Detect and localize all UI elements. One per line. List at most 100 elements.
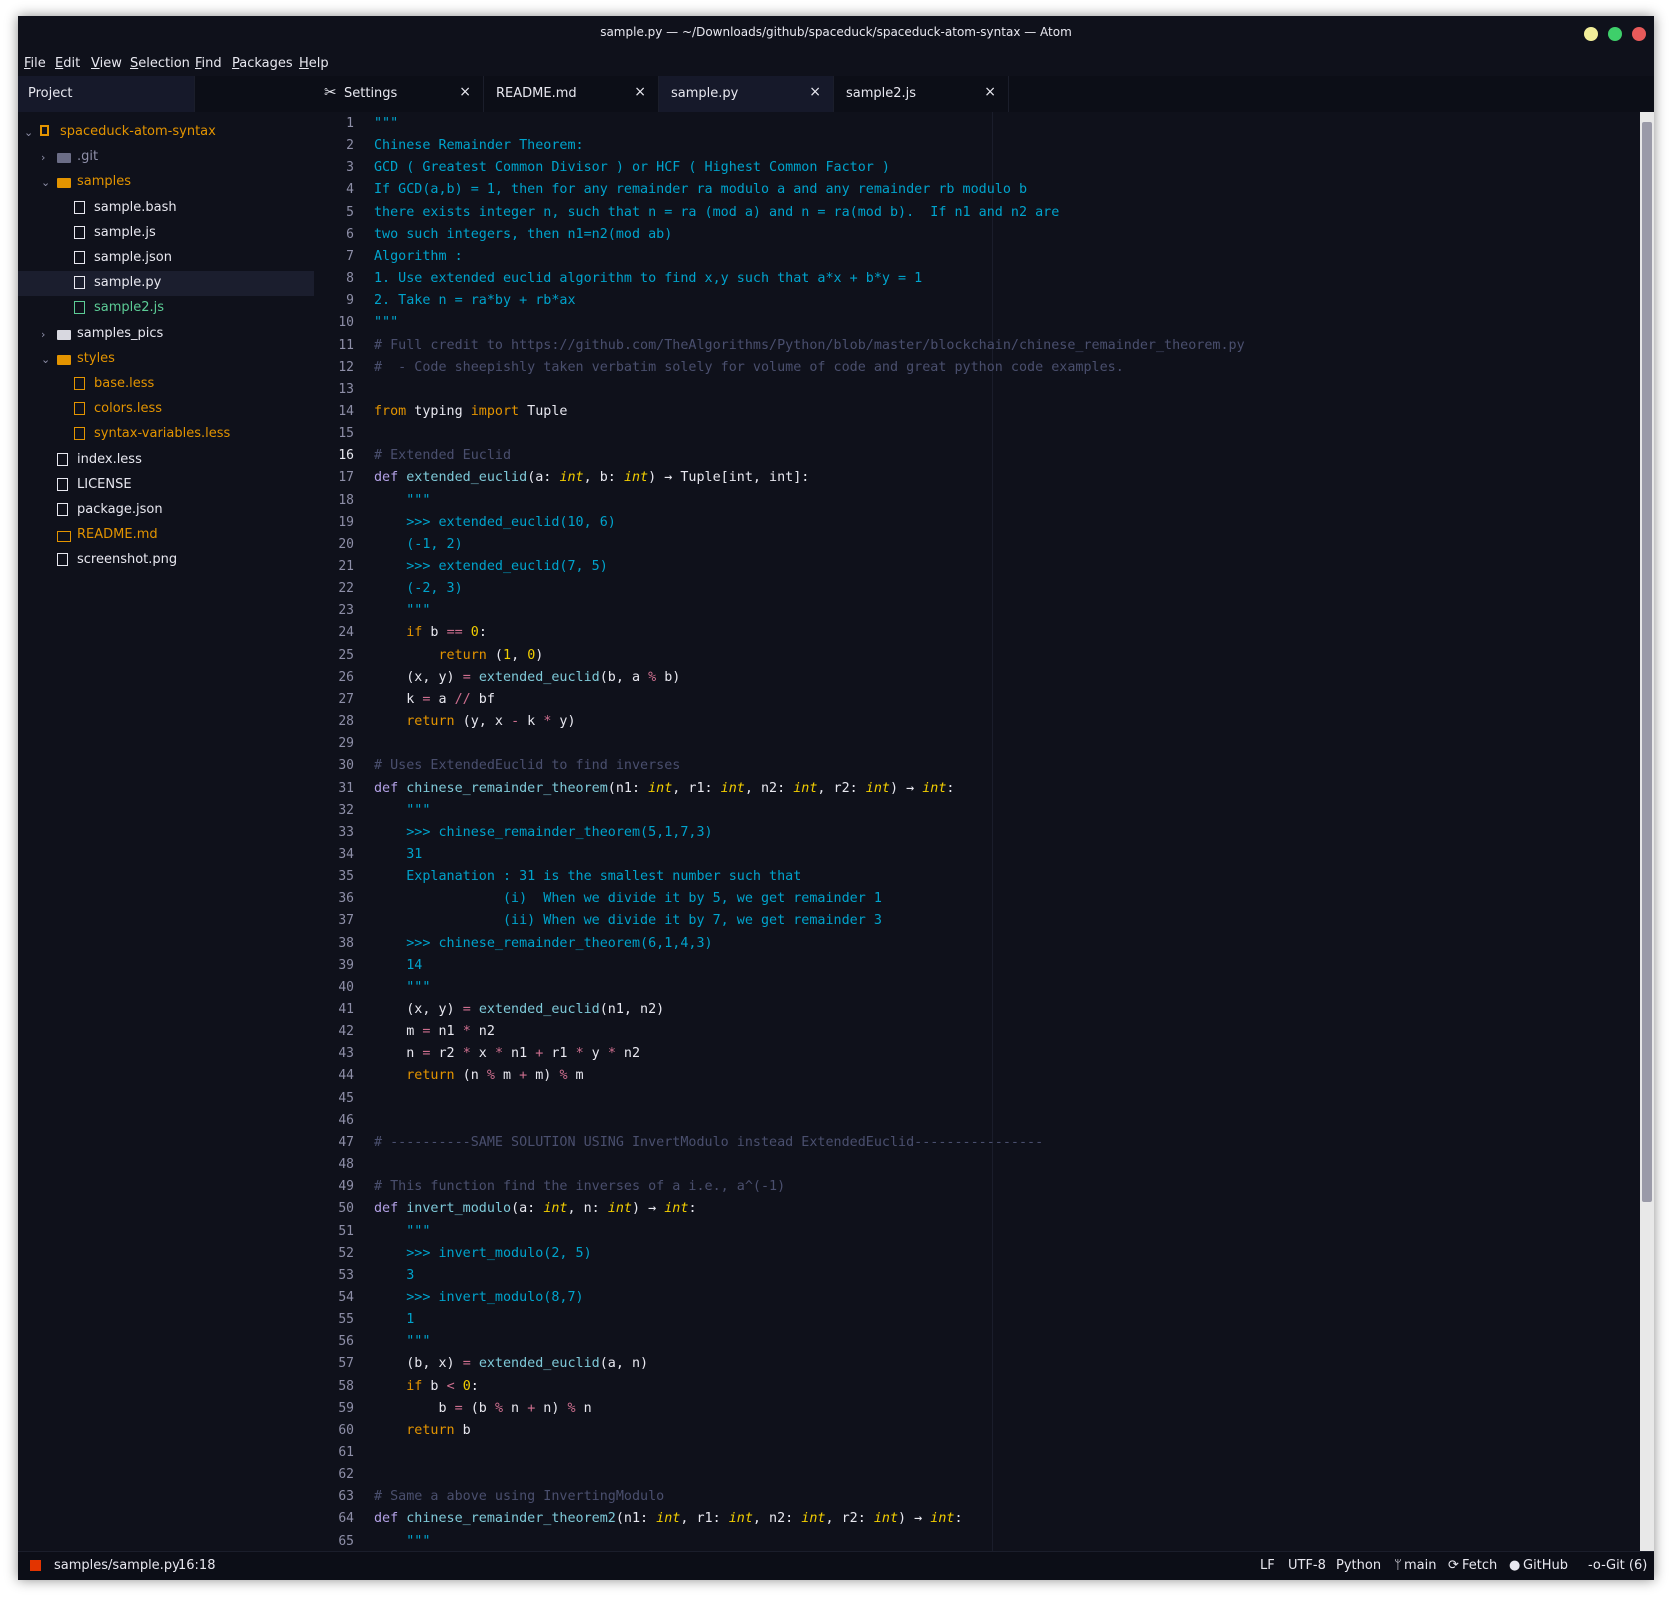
code-line[interactable]: GCD ( Greatest Common Divisor ) or HCF (… [374,160,890,175]
code-line[interactable]: >>> invert_modulo(8,7) [374,1290,583,1305]
tree-item[interactable]: › samples_pics [18,322,314,347]
status-grammar[interactable]: Python [1336,1558,1381,1573]
close-button[interactable] [1632,27,1646,41]
code-line[interactable]: def invert_modulo(a: int, n: int) → int: [374,1201,697,1216]
tree-item[interactable]: package.json [18,498,314,523]
tree-item[interactable]: sample.json [18,246,314,271]
tree-item[interactable]: colors.less [18,397,314,422]
code-line[interactable]: Chinese Remainder Theorem: [374,138,584,153]
tab-sample-py[interactable]: sample.py × [659,76,834,112]
code-line[interactable]: # This function find the inverses of a i… [374,1179,785,1194]
close-icon[interactable]: × [809,84,821,100]
menu-edit[interactable]: Edit [55,56,80,71]
code-line[interactable]: return (1, 0) [374,648,544,663]
menu-file[interactable]: File [24,56,46,71]
chevron-right-icon[interactable]: › [41,328,45,341]
tree-item[interactable]: screenshot.png [18,548,314,573]
menu-selection[interactable]: Selection [130,56,190,71]
status-cursor-position[interactable]: 16:18 [178,1558,215,1573]
menu-find[interactable]: Find [195,56,222,71]
tab-settings[interactable]: ✂ Settings × [314,76,484,112]
code-line[interactable]: # Extended Euclid [374,448,511,463]
code-line[interactable]: # Uses ExtendedEuclid to find inverses [374,758,680,773]
code-line[interactable]: """ [374,1224,430,1239]
tree-item[interactable]: index.less [18,448,314,473]
chevron-down-icon[interactable]: ⌄ [41,176,50,189]
code-line[interactable]: """ [374,116,398,131]
code-line[interactable]: if b == 0: [374,625,487,640]
code-line[interactable]: two such integers, then n1=n2(mod ab) [374,227,672,242]
code-line[interactable]: """ [374,603,430,618]
code-line[interactable]: (i) When we divide it by 5, we get remai… [374,891,882,906]
menu-packages[interactable]: Packages [232,56,293,71]
tab-project[interactable]: Project [18,76,195,112]
menu-view[interactable]: View [91,56,122,71]
code-line[interactable]: >>> chinese_remainder_theorem(6,1,4,3) [374,936,712,951]
code-line[interactable]: Algorithm : [374,249,463,264]
minimize-button[interactable] [1584,27,1598,41]
tree-item[interactable]: LICENSE [18,473,314,498]
status-line-ending[interactable]: LF [1260,1558,1275,1573]
text-editor[interactable]: 1 2 3 4 5 6 7 8 9 10 11 12 13 14 15 16 17 18 19 20 21 22 23 24 2… [314,112,1654,1566]
code-line[interactable]: # Same a above using InvertingModulo [374,1489,664,1504]
code-line[interactable]: >>> chinese_remainder_theorem(5,1,7,3) [374,825,712,840]
code-line[interactable]: n = r2 * x * n1 + r1 * y * n2 [374,1046,640,1061]
menu-help[interactable]: Help [299,56,329,71]
code-line[interactable]: """ [374,1534,430,1549]
code-line[interactable]: """ [374,803,430,818]
code-line[interactable]: def extended_euclid(a: int, b: int) → Tu… [374,470,809,485]
code-line[interactable]: # ----------SAME SOLUTION USING InvertMo… [374,1135,1043,1150]
code-line[interactable]: # - Code sheepishly taken verbatim solel… [374,360,1124,375]
code-line[interactable]: return b [374,1423,471,1438]
code-line[interactable]: k = a // bf [374,692,495,707]
tab-sample2-js[interactable]: sample2.js × [834,76,1009,112]
status-fetch[interactable]: Fetch [1462,1558,1497,1573]
tree-item[interactable]: ⌄ styles [18,347,314,372]
code-line[interactable]: there exists integer n, such that n = ra… [374,205,1059,220]
code-line[interactable]: 14 [374,958,422,973]
code-line[interactable]: 1. Use extended euclid algorithm to find… [374,271,922,286]
code-line[interactable]: """ [374,315,398,330]
code-line[interactable]: (-1, 2) [374,537,462,552]
tree-item[interactable]: › .git [18,145,314,170]
code-line[interactable]: (x, y) = extended_euclid(b, a % b) [374,670,680,685]
tree-item[interactable]: sample.py [18,271,314,297]
code-line[interactable]: 2. Take n = ra*by + rb*ax [374,293,576,308]
close-icon[interactable]: × [459,84,471,100]
status-git[interactable]: Git (6) [1606,1558,1647,1573]
status-file-path[interactable]: samples/sample.py [54,1558,180,1573]
status-github[interactable]: GitHub [1523,1558,1568,1573]
code-line[interactable]: >>> extended_euclid(10, 6) [374,515,616,530]
tree-item[interactable]: ⌄ spaceduck-atom-syntax [18,120,314,145]
code-line[interactable]: """ [374,493,430,508]
tree-item[interactable]: base.less [18,372,314,397]
code-line[interactable]: (-2, 3) [374,581,462,596]
code-line[interactable]: (b, x) = extended_euclid(a, n) [374,1356,648,1371]
code-line[interactable]: def chinese_remainder_theorem2(n1: int, … [374,1511,963,1526]
code-line[interactable]: Explanation : 31 is the smallest number … [374,869,801,884]
chevron-down-icon[interactable]: ⌄ [24,126,33,139]
code-line[interactable]: (ii) When we divide it by 7, we get rema… [374,913,882,928]
tree-item[interactable]: README.md [18,523,314,548]
chevron-down-icon[interactable]: ⌄ [41,353,50,366]
close-icon[interactable]: × [634,84,646,100]
scrollbar-thumb[interactable] [1642,122,1652,1202]
code-line[interactable]: If GCD(a,b) = 1, then for any remainder … [374,182,1027,197]
tree-item[interactable]: ⌄ samples [18,170,314,195]
code-line[interactable]: 31 [374,847,422,862]
status-encoding[interactable]: UTF-8 [1288,1558,1326,1573]
tab-readme[interactable]: README.md × [484,76,659,112]
code-line[interactable]: def chinese_remainder_theorem(n1: int, r… [374,781,954,796]
code-line[interactable]: m = n1 * n2 [374,1024,495,1039]
code-line[interactable]: >>> invert_modulo(2, 5) [374,1246,591,1261]
code-line[interactable]: return (y, x - k * y) [374,714,575,729]
status-branch[interactable]: main [1404,1558,1436,1573]
code-line[interactable]: (x, y) = extended_euclid(n1, n2) [374,1002,664,1017]
code-line[interactable]: 1 [374,1312,414,1327]
code-line[interactable]: """ [374,1334,430,1349]
tree-item[interactable]: syntax-variables.less [18,422,314,447]
code-line[interactable]: # Full credit to https://github.com/TheA… [374,338,1245,353]
vertical-scrollbar[interactable] [1640,112,1654,1566]
code-line[interactable]: from typing import Tuple [374,404,568,419]
maximize-button[interactable] [1608,27,1622,41]
